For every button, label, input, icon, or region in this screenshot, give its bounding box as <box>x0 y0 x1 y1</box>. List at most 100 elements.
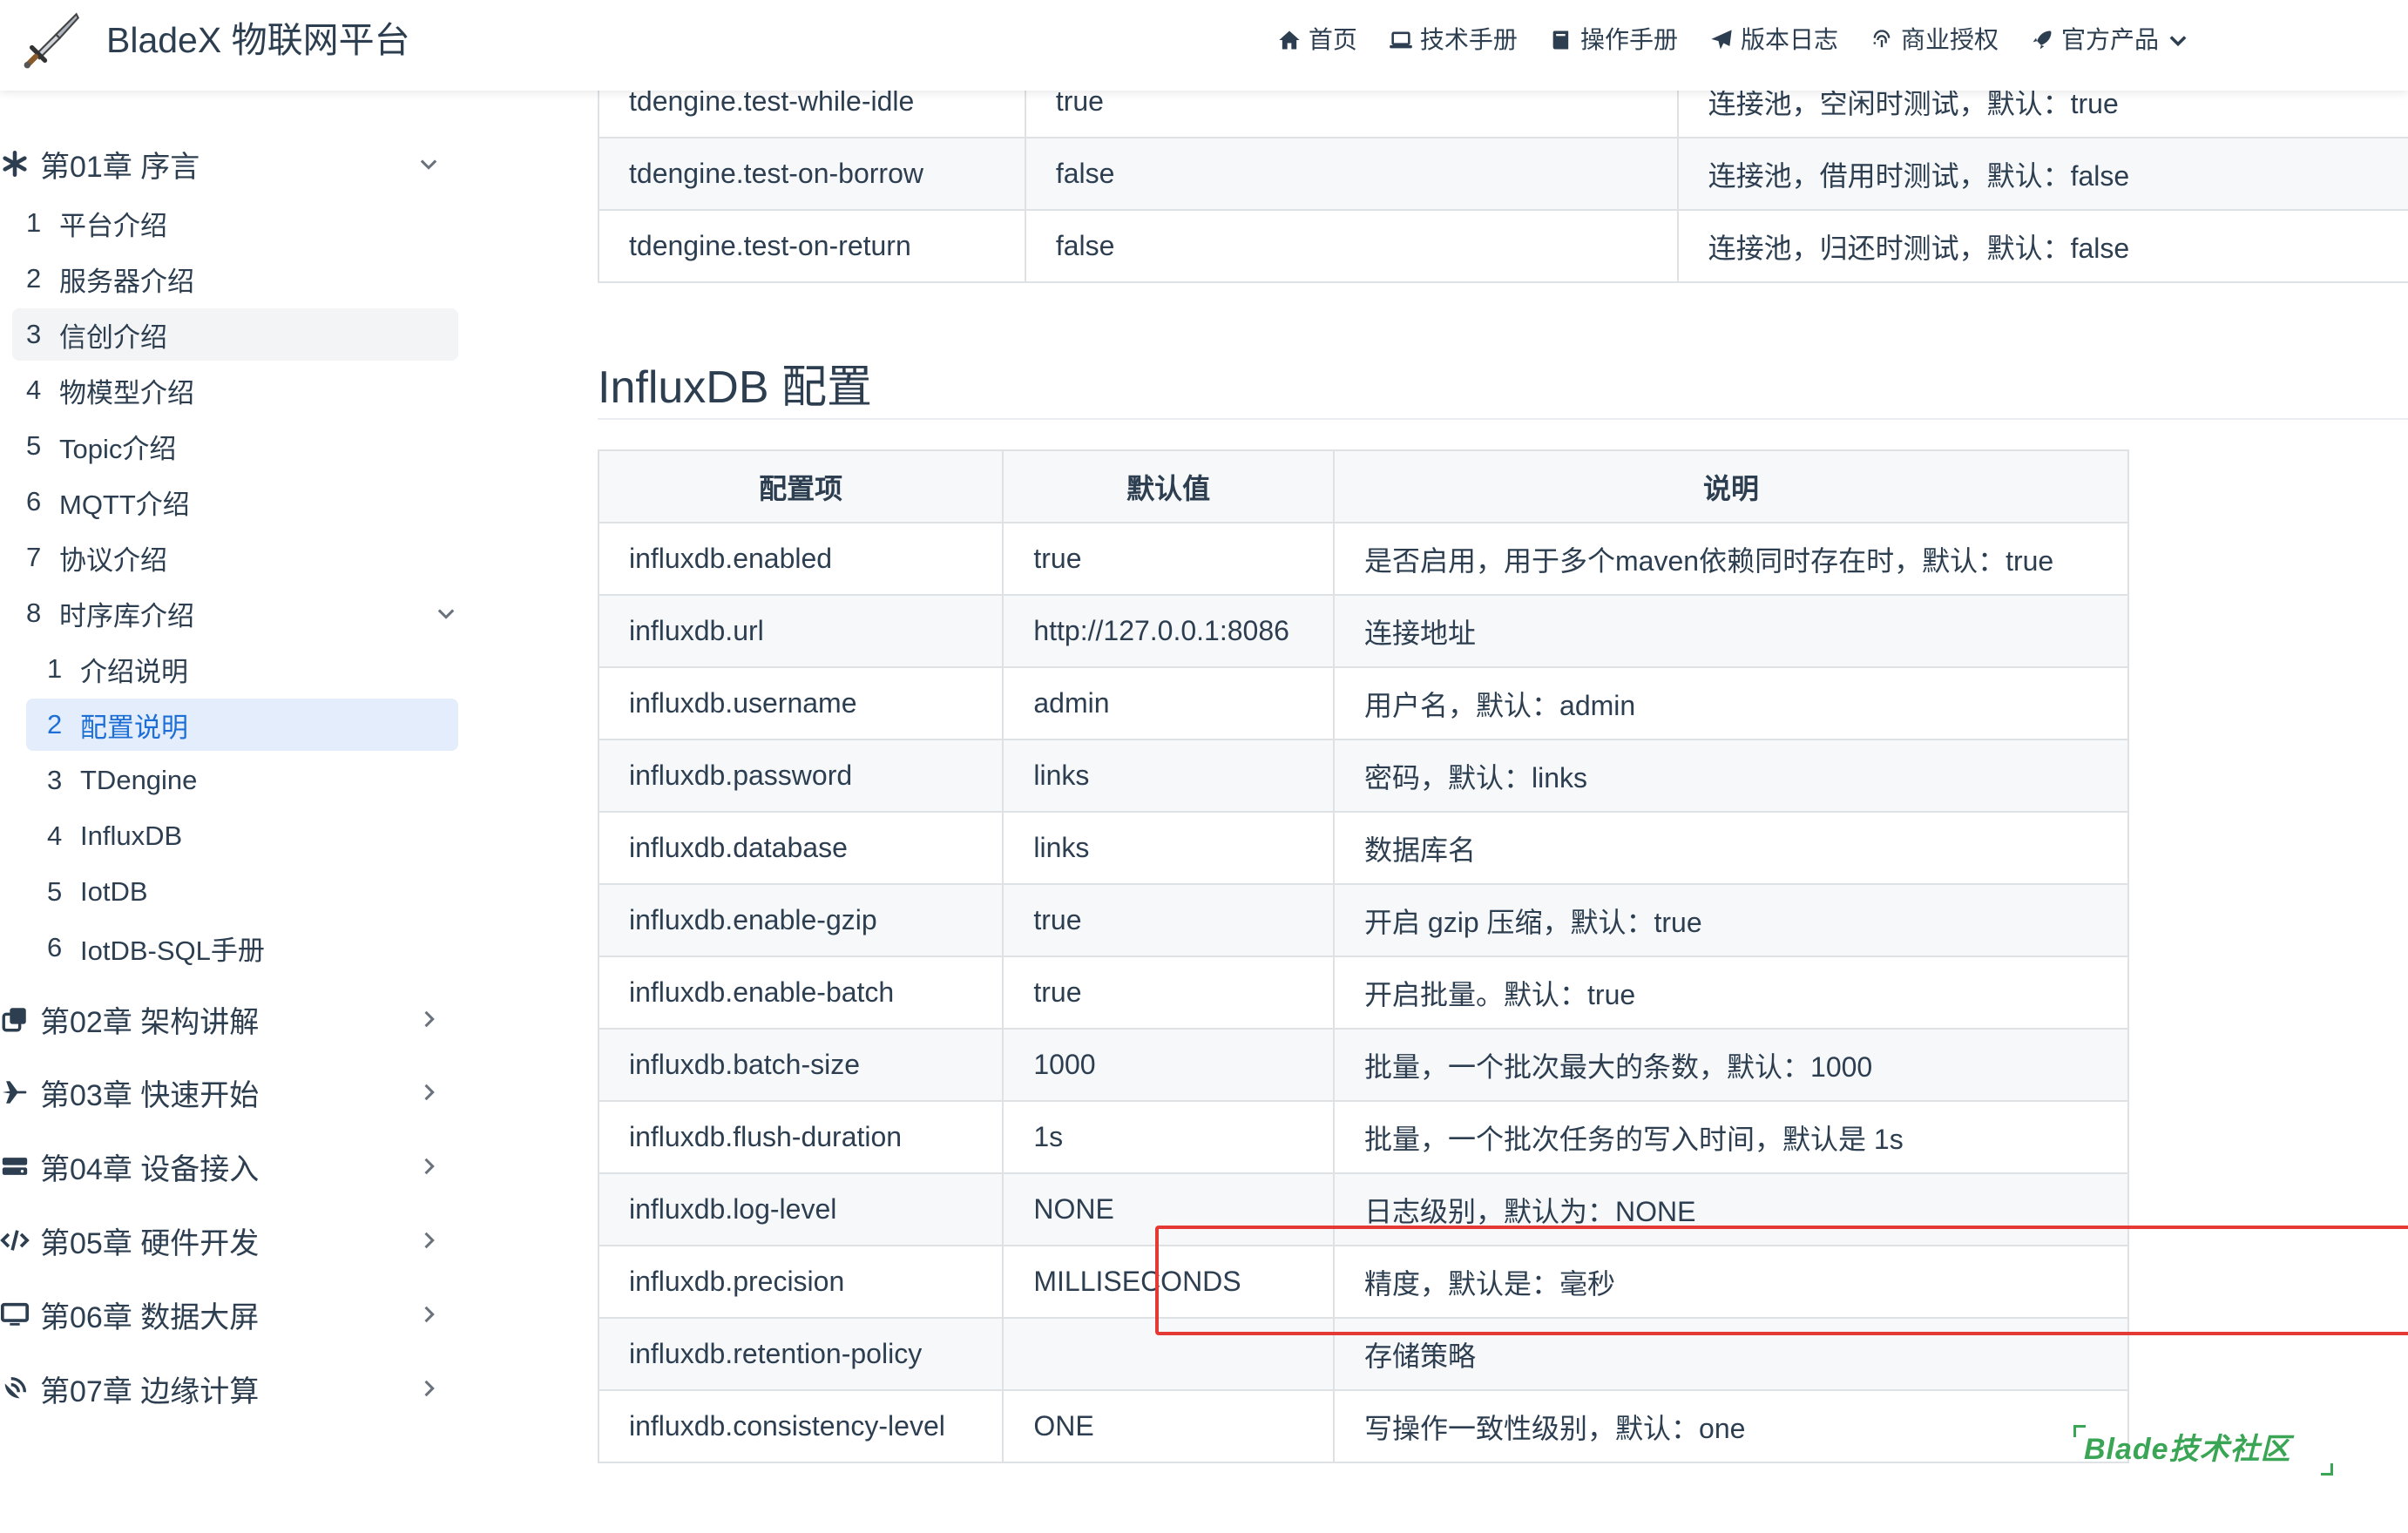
nav-license-label: 商业授权 <box>1900 26 1999 53</box>
chapter-label: 第02章 架构讲解 <box>40 1005 260 1039</box>
section-divider <box>598 418 2408 420</box>
config-default: false <box>1024 209 1679 283</box>
table-row: influxdb.consistency-level ONE 写操作一致性级别，默认… <box>597 1389 2129 1463</box>
section-title: InfluxDB 配置 <box>598 362 872 413</box>
config-key: influxdb.database <box>597 811 1004 885</box>
item-number: 2 <box>26 263 42 294</box>
config-desc: 批量，一个批次任务的写入时间，默认是 1s <box>1333 1100 2129 1174</box>
config-desc: 连接池，借用时测试，默认：false <box>1676 137 2408 211</box>
nav-tech-manual[interactable]: 技术手册 <box>1389 19 1518 61</box>
chapter-label: 第06章 数据大屏 <box>40 1300 260 1334</box>
sidebar-item-platform[interactable]: 1 平台介绍 <box>12 197 458 249</box>
sidebar-subitem-intro[interactable]: 1 介绍说明 <box>26 643 458 695</box>
config-desc: 开启批量。默认：true <box>1333 956 2129 1030</box>
config-desc: 存储策略 <box>1333 1317 2129 1391</box>
item-number: 7 <box>26 542 42 572</box>
sidebar-item-mqtt[interactable]: 6 MQTT介绍 <box>12 476 458 528</box>
item-label: InfluxDB <box>80 821 183 851</box>
sidebar-item-tsdb[interactable]: 8 时序库介绍 <box>12 587 458 639</box>
hdd-icon <box>2 1158 28 1175</box>
chapter-label: 第03章 快速开始 <box>40 1078 260 1112</box>
chapter-label: 第04章 设备接入 <box>40 1152 260 1186</box>
table-header-row: 配置项 默认值 说明 <box>597 449 2129 523</box>
sidebar-chapter-03[interactable]: 第03章 快速开始 <box>0 1066 453 1118</box>
chevron-right-icon <box>424 1232 435 1249</box>
item-number: 3 <box>26 319 42 349</box>
item-number: 5 <box>47 876 63 907</box>
sidebar-item-xinchuang[interactable]: 3 信创介绍 <box>12 308 458 361</box>
config-desc: 精度，默认是：毫秒 <box>1333 1245 2129 1319</box>
rocket-icon <box>2033 30 2052 50</box>
config-default: NONE <box>1002 1172 1336 1246</box>
sidebar-subitem-config[interactable]: 2 配置说明 <box>26 699 458 751</box>
config-default: true <box>1002 956 1336 1030</box>
sword-logo-icon[interactable] <box>23 10 82 70</box>
config-desc: 是否启用，用于多个maven依赖同时存在时，默认：true <box>1333 522 2129 596</box>
sidebar-item-topic[interactable]: 5 Topic介绍 <box>12 420 458 472</box>
item-number: 1 <box>26 207 42 238</box>
config-default: links <box>1002 739 1336 813</box>
sidebar-chapter-07[interactable]: 第07章 边缘计算 <box>0 1362 453 1415</box>
config-key: influxdb.flush-duration <box>597 1100 1004 1174</box>
chevron-right-icon <box>424 1010 435 1028</box>
config-desc: 数据库名 <box>1333 811 2129 885</box>
fingerprint-icon <box>1873 30 1891 48</box>
config-default: 1000 <box>1002 1028 1336 1102</box>
item-number: 5 <box>26 430 42 461</box>
table-row: influxdb.url http://127.0.0.1:8086 连接地址 <box>597 594 2129 668</box>
config-key: influxdb.batch-size <box>597 1028 1004 1102</box>
config-desc: 批量，一个批次最大的条数，默认：1000 <box>1333 1028 2129 1102</box>
config-desc: 连接地址 <box>1333 594 2129 668</box>
sidebar-chapter-04[interactable]: 第04章 设备接入 <box>0 1140 453 1192</box>
item-number: 4 <box>26 375 42 405</box>
config-default: http://127.0.0.1:8086 <box>1002 594 1336 668</box>
item-number: 8 <box>26 598 42 628</box>
config-key: influxdb.enabled <box>597 522 1004 596</box>
config-key: influxdb.enable-gzip <box>597 883 1004 957</box>
nav-products-label: 官方产品 <box>2060 26 2159 53</box>
config-key: influxdb.precision <box>597 1245 1004 1319</box>
sidebar-subitem-iotdb-sql[interactable]: 6 IotDB-SQL手册 <box>26 922 458 974</box>
nav-ops-manual-label: 操作手册 <box>1579 26 1678 53</box>
sidebar-chapter-06[interactable]: 第06章 数据大屏 <box>0 1288 453 1341</box>
table-row: influxdb.enable-gzip true 开启 gzip 压缩，默认：tr… <box>597 883 2129 957</box>
table-body: influxdb.enabled true 是否启用，用于多个maven依赖同时存在… <box>597 522 2129 1463</box>
code-icon <box>0 1230 30 1251</box>
sidebar-chapter-01[interactable]: 第01章 序言 <box>0 138 453 190</box>
home-icon <box>1279 30 1300 50</box>
sidebar-subitem-iotdb[interactable]: 5 IotDB <box>26 866 458 918</box>
brand-title[interactable]: BladeX 物联网平台 <box>106 16 410 64</box>
config-default: false <box>1024 137 1679 211</box>
nav-license[interactable]: 商业授权 <box>1870 19 1999 61</box>
main-content: tdengine.test-while-idle true 连接池，空闲时测试，… <box>597 0 2408 1533</box>
sidebar-chapter-05[interactable]: 第05章 硬件开发 <box>0 1214 453 1266</box>
config-desc: 写操作一致性级别，默认：one <box>1333 1389 2129 1463</box>
item-number: 6 <box>26 486 42 517</box>
table-row: influxdb.flush-duration 1s 批量，一个批次任务的写入时间，… <box>597 1100 2129 1174</box>
nav-home[interactable]: 首页 <box>1277 19 1357 61</box>
sidebar-chapter-02[interactable]: 第02章 架构讲解 <box>0 993 453 1045</box>
config-default: true <box>1002 522 1336 596</box>
config-desc: 用户名，默认：admin <box>1333 666 2129 740</box>
sidebar-subitem-tdengine[interactable]: 3 TDengine <box>26 754 458 807</box>
table-row: tdengine.test-on-borrow false 连接池，借用时测试，… <box>598 137 2408 211</box>
chevron-right-icon <box>424 1084 435 1101</box>
nav-products-dropdown[interactable]: 官方产品 <box>2030 19 2190 61</box>
sidebar-item-server[interactable]: 2 服务器介绍 <box>12 253 458 305</box>
nav-ops-manual[interactable]: 操作手册 <box>1549 19 1678 61</box>
chevron-down-icon <box>437 609 455 619</box>
sidebar-item-protocol[interactable]: 7 协议介绍 <box>12 531 458 584</box>
item-label: 平台介绍 <box>59 210 167 241</box>
item-label: 信创介绍 <box>59 321 167 353</box>
config-desc: 日志级别，默认为：NONE <box>1333 1172 2129 1246</box>
watermark-text: Blade技术社区 <box>2084 1433 2291 1466</box>
nav-changelog[interactable]: 版本日志 <box>1709 19 1838 61</box>
sidebar-subitem-influxdb[interactable]: 4 InfluxDB <box>26 810 458 862</box>
config-key: influxdb.retention-policy <box>597 1317 1004 1391</box>
column-header-default: 默认值 <box>1002 449 1336 523</box>
nav-home-label: 首页 <box>1308 26 1357 53</box>
sidebar-item-thing-model[interactable]: 4 物模型介绍 <box>12 364 458 416</box>
item-label: IotDB-SQL手册 <box>80 935 265 966</box>
top-nav: 首页 技术手册 操作手册 版本日志 商业授权 官方产品 <box>1277 19 2190 61</box>
column-header-desc: 说明 <box>1333 449 2129 523</box>
